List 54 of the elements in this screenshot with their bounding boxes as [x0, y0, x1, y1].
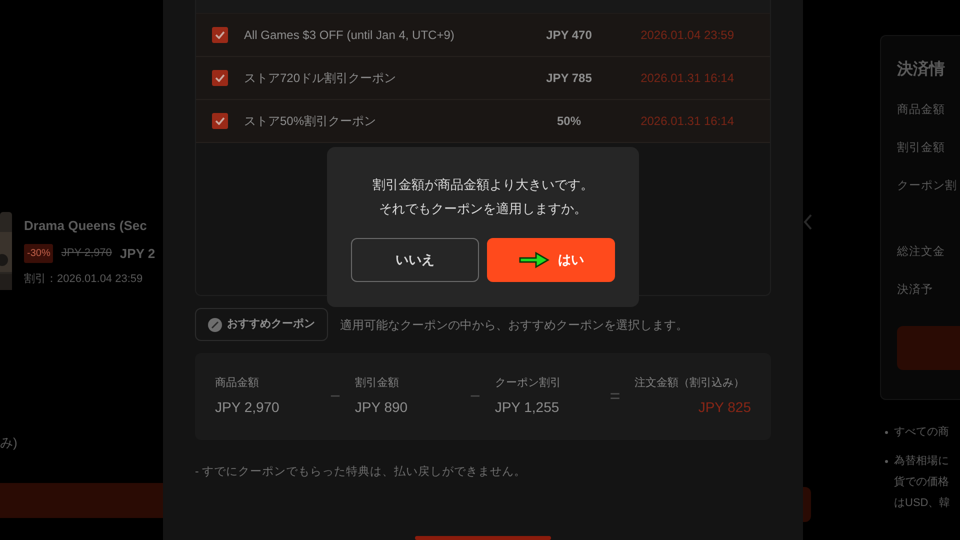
note-text: 為替相場に 貨での価格 はUSD、韓: [894, 454, 950, 511]
discount-badge: -30%: [24, 244, 54, 263]
note-text: すべての商: [894, 424, 949, 440]
check-icon: [215, 31, 225, 39]
coupon-name: All Games $3 OFF (until Jan 4, UTC+9): [244, 27, 456, 44]
checkbox[interactable]: [212, 113, 228, 129]
panel-title: 決済情: [897, 59, 946, 80]
summary-amount: JPY 2,970: [215, 398, 280, 418]
coupon-expiry: 2026.01.04 23:59: [640, 27, 734, 44]
check-icon: [215, 74, 225, 82]
badge-icon: [208, 318, 222, 332]
summary-amount: JPY 890: [354, 398, 409, 418]
bullet-icon: [885, 431, 888, 434]
coupon-name: ストア50%割引クーポン: [244, 113, 378, 130]
summary-amount: JPY 1,255: [494, 398, 560, 418]
apply-button[interactable]: [415, 536, 551, 540]
checkbox[interactable]: [212, 27, 228, 43]
row-label: クーポン割: [897, 178, 958, 194]
recommend-button[interactable]: おすすめクーポン: [195, 308, 328, 341]
dialog-message: 割引金額が商品金額より大きいです。 それでもクーポンを適用しますか。: [372, 176, 594, 218]
note-text: み): [0, 434, 18, 452]
yes-button[interactable]: はい: [487, 238, 615, 282]
coupon-value: JPY 785: [545, 70, 593, 87]
row-label: 総注文金: [897, 244, 946, 260]
hint-text: 適用可能なクーポンの中から、おすすめクーポンを選択します。: [340, 316, 688, 334]
bullet-icon: [885, 460, 888, 463]
chevron-icon[interactable]: [803, 214, 813, 230]
original-price: JPY 2,970: [61, 246, 112, 261]
operator-sign: =: [608, 385, 622, 408]
summary-label: クーポン割引: [494, 376, 562, 391]
coupon-expiry: 2026.01.31 16:14: [640, 70, 734, 87]
pay-button[interactable]: [897, 326, 960, 370]
sale-price: JPY 2: [120, 244, 156, 262]
sale-period: 割引：2026.01.04 23:59: [24, 272, 144, 287]
no-button[interactable]: いいえ: [351, 238, 479, 282]
row-label: 商品金額: [897, 102, 946, 118]
summary-label: 割引金額: [354, 376, 400, 391]
row-label: 割引金額: [897, 140, 946, 156]
operator-sign: −: [468, 385, 482, 408]
coupon-value: 50%: [556, 113, 582, 130]
coupon-name: ストア720ドル割引クーポン: [244, 70, 398, 87]
coupon-value: JPY 470: [545, 27, 593, 44]
operator-sign: −: [328, 385, 342, 408]
check-icon: [215, 117, 225, 125]
checkout-button[interactable]: [0, 482, 163, 518]
note-text: - すでにクーポンでもらった特典は、払い戻しができません。: [195, 464, 528, 480]
coupon-expiry: 2026.01.31 16:14: [640, 113, 734, 130]
row-label: 決済予: [897, 282, 934, 298]
summary-label: 注文金額（割引込み）: [634, 376, 746, 391]
checkbox[interactable]: [212, 70, 228, 86]
summary-amount: JPY 825: [697, 398, 751, 418]
checkout-button[interactable]: [803, 487, 811, 522]
product-title[interactable]: Drama Queens (Sec: [24, 216, 156, 236]
summary-label: 商品金額: [215, 376, 260, 391]
